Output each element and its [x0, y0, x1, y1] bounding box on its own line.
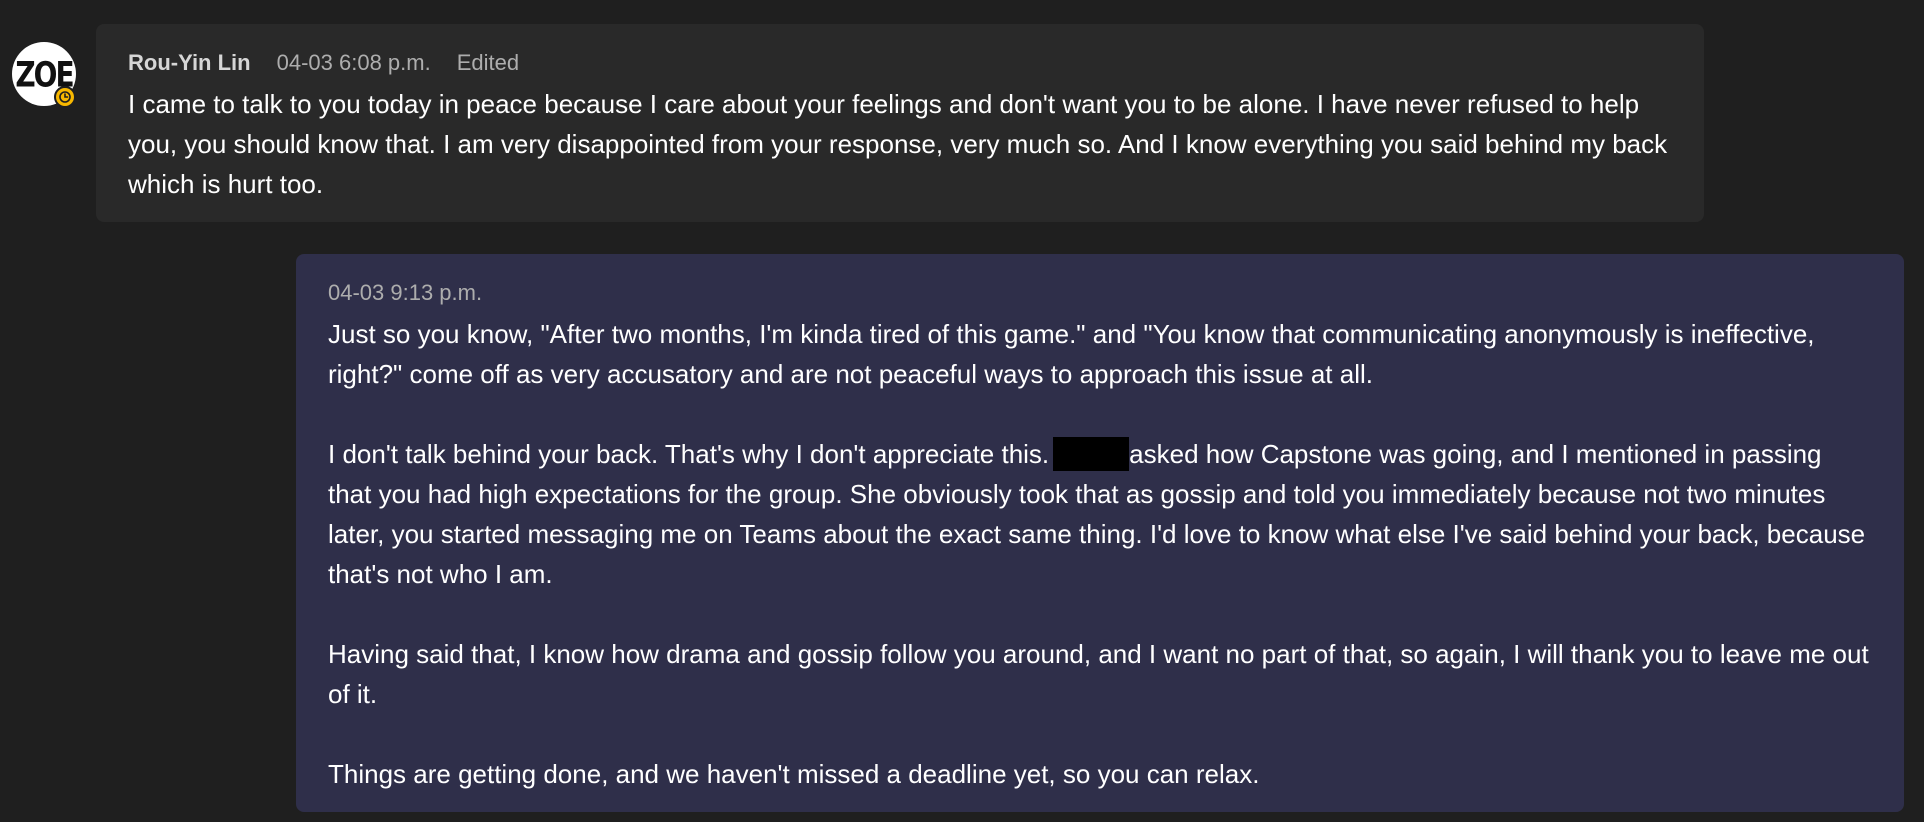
message-paragraph-4: Things are getting done, and we haven't … [328, 759, 1260, 789]
sender-name[interactable]: Rou-Yin Lin [128, 48, 251, 78]
edited-label: Edited [456, 50, 520, 75]
message-timestamp: 04-03 6:08 p.m. [276, 50, 431, 75]
message-paragraph-2: I don't talk behind your back. That's wh… [328, 434, 1872, 594]
message-timestamp: 04-03 9:13 p.m. [328, 280, 483, 305]
clock-icon [59, 91, 71, 103]
outgoing-message[interactable]: 04-03 9:13 p.m. Just so you know, "After… [296, 254, 1904, 812]
chat-thread: ZOE Rou-Yin Lin 04-03 6:08 p.m. Edited I… [0, 0, 1924, 822]
message-paragraph-1: Just so you know, "After two months, I'm… [328, 319, 1815, 389]
message-header: 04-03 9:13 p.m. [328, 278, 1872, 308]
message-body: I came to talk to you today in peace bec… [128, 89, 1675, 199]
incoming-message[interactable]: Rou-Yin Lin 04-03 6:08 p.m. Edited I cam… [96, 24, 1704, 222]
away-status-badge [54, 86, 76, 108]
redacted-name-block [1053, 437, 1130, 471]
message-header: Rou-Yin Lin 04-03 6:08 p.m. Edited [128, 48, 1672, 78]
message-paragraph-3: Having said that, I know how drama and g… [328, 639, 1869, 709]
paragraph-2-before-redaction: I don't talk behind your back. That's wh… [328, 439, 1050, 469]
